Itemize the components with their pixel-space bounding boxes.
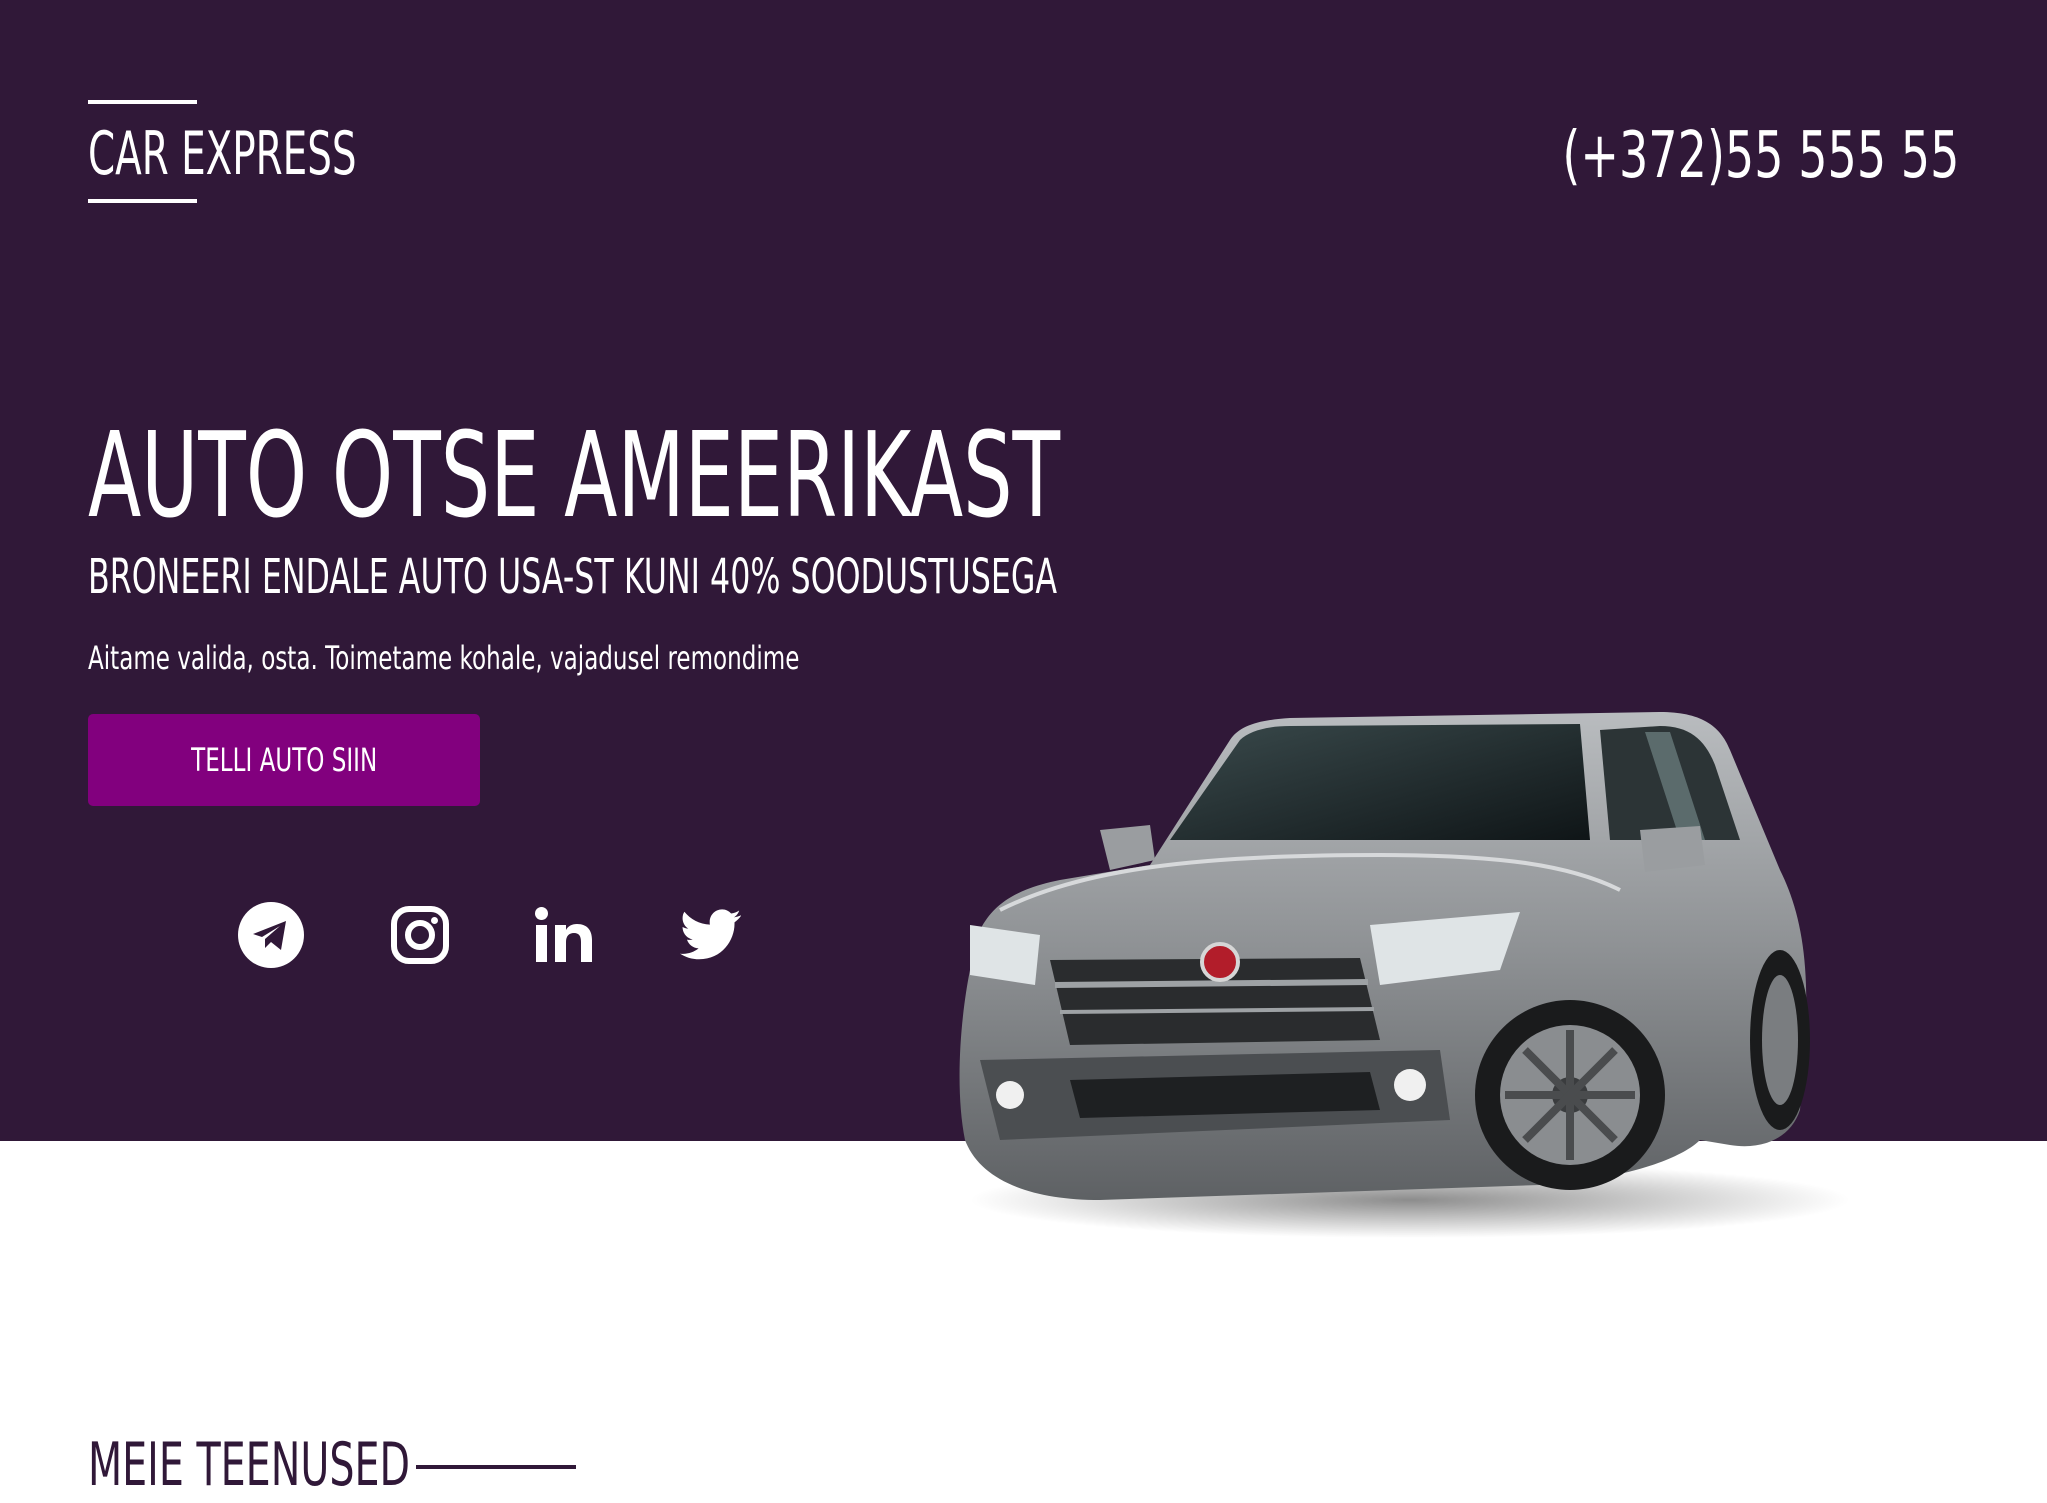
linkedin-link[interactable] [530, 900, 600, 970]
car-image [959, 712, 1850, 1238]
logo-top-line [88, 100, 197, 104]
telegram-link[interactable] [236, 900, 306, 970]
logo-text: CAR EXPRESS [88, 119, 357, 189]
services-heading: MEIE TEENUSED [88, 1430, 410, 1500]
telegram-icon [238, 902, 304, 968]
phone-number[interactable]: (+372)55 555 55 [1562, 121, 1959, 191]
logo-bottom-line [88, 199, 197, 203]
twitter-icon [680, 909, 742, 961]
order-car-button[interactable]: TELLI AUTO SIIN [88, 714, 480, 806]
services-heading-underline [416, 1465, 576, 1469]
linkedin-icon [535, 907, 595, 963]
hero-title: AUTO OTSE AMEERIKAST [88, 406, 1061, 544]
order-car-button-label: TELLI AUTO SIIN [190, 741, 378, 779]
twitter-link[interactable] [676, 900, 746, 970]
hero-subtitle: BRONEERI ENDALE AUTO USA-ST KUNI 40% SOO… [88, 549, 1058, 605]
instagram-link[interactable] [385, 900, 455, 970]
instagram-icon [390, 905, 450, 965]
hero-tagline: Aitame valida, osta. Toimetame kohale, v… [88, 639, 800, 677]
